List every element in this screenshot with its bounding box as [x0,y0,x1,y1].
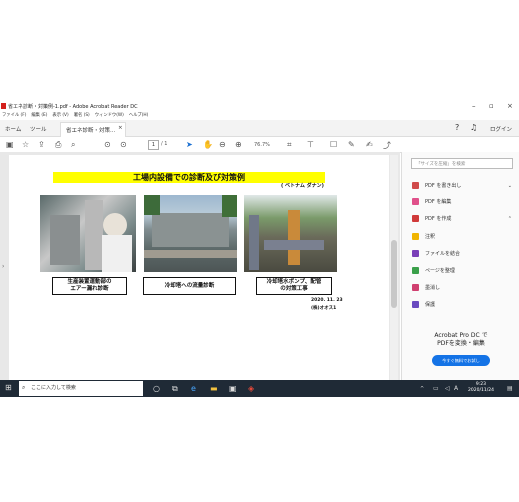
tab-home[interactable]: ホーム [5,125,21,133]
cooling-tower-photo [144,195,237,272]
battery-icon[interactable]: ▭ [433,385,439,392]
pump-piping-photo [244,195,337,272]
zoom-in-icon[interactable]: ⊕ [235,140,242,149]
menu-window[interactable]: ウィンドウ(W) [95,112,124,118]
tool-comment[interactable]: 注釈 [412,232,512,241]
window-title: 省エネ診断・対策例-1.pdf - Adobe Acrobat Reader D… [8,104,138,110]
windows-start-icon[interactable]: ⊞ [5,383,12,392]
tool-combine[interactable]: ファイルを結合 [412,249,512,258]
pdf-page: 工場内設備での診断及び対策例 ( ベトナム ダナン) 生産装置運動部の エアー漏… [9,155,389,380]
free-trial-button[interactable]: 今すぐ無料でお試し [432,355,490,366]
doc-location: ( ベトナム ダナン) [281,183,324,189]
pen-icon[interactable]: ✎ [348,140,355,149]
hand-icon[interactable]: ✋ [203,140,213,149]
menu-edit[interactable]: 編集 (E) [31,112,47,118]
file-explorer-icon[interactable]: ▬ [210,384,218,393]
share-icon[interactable]: ⤴ [383,140,391,151]
tool-edit-pdf[interactable]: PDF を編集 [412,197,512,206]
toolbar: ▣ ☆ ⇪ ⎙ ⌕ ⊙ ⊙ 1 / 1 ➤ ✋ ⊖ ⊕ 76.7% ⌗ ⊤ ☐ … [0,137,519,153]
bookmark-icon[interactable]: ☆ [22,140,29,149]
sign-icon[interactable]: ✍ [366,140,373,149]
prev-page-icon[interactable]: ⊙ [104,140,111,149]
page-number-input[interactable]: 1 [148,140,159,150]
taskbar-search-icon: ⌕ [22,384,26,391]
ime-indicator[interactable]: A [454,385,458,392]
tab-document[interactable]: 省エネ診断・対策... × [60,122,126,137]
help-icon[interactable]: ? [455,123,459,132]
protect-icon [412,301,419,308]
tool-organize[interactable]: ページを整理 [412,266,512,275]
left-panel-arrow-icon[interactable]: › [2,263,4,270]
zoom-out-icon[interactable]: ⊖ [219,140,226,149]
scroll-mode-icon[interactable]: ⊤ [307,140,314,149]
close-icon[interactable]: × [507,102,513,110]
menu-file[interactable]: ファイル (F) [2,112,26,118]
edit-pdf-icon [412,198,419,205]
tab-close-icon[interactable]: × [118,125,123,131]
scrollbar-thumb[interactable] [391,240,397,308]
tab-document-label: 省エネ診断・対策... [66,128,116,134]
title-bar: 省エネ診断・対策例-1.pdf - Adobe Acrobat Reader D… [0,101,519,111]
notification-icon[interactable]: ♫ [470,123,477,132]
select-cursor-icon[interactable]: ➤ [186,140,193,149]
tool-protect[interactable]: 保護 [412,300,512,309]
tab-bar: ホーム ツール 省エネ診断・対策... × ? ♫ ログイン [0,120,519,137]
menu-view[interactable]: 表示 (V) [52,112,68,118]
tool-create-pdf[interactable]: PDF を作成 ⌃ [412,214,512,223]
caption-pump-piping: 冷却塔水ポンプ、配管 の対策工事 [256,277,332,295]
clock-date: 2020/11/24 [468,388,494,393]
menu-bar: ファイル (F) 編集 (E) 表示 (V) 署名 (S) ウィンドウ(W) ヘ… [0,111,519,119]
search-icon[interactable]: ⌕ [71,140,75,150]
comment-tool-icon [412,233,419,240]
zoom-level[interactable]: 76.7% [254,142,270,148]
save-icon[interactable]: ▣ [6,140,14,149]
menu-sign[interactable]: 署名 (S) [74,112,90,118]
taskbar-search-input[interactable]: ここに入力して検索 [19,381,143,396]
air-leak-photo [40,195,136,272]
doc-date: 2020. 11. 23 [311,298,343,303]
print-icon[interactable]: ⎙ [55,140,61,150]
tray-up-icon[interactable]: ^ [420,386,424,392]
maximize-icon[interactable]: ▫ [489,102,494,110]
notification-center-icon[interactable]: ▤ [507,385,513,392]
windows-taskbar: ⊞ ここに入力して検索 ⌕ ○ ⧉ e ▬ ▣ ◈ ^ ▭ ◁ A 9:23 2… [0,380,519,397]
tool-redact[interactable]: 墨消し [412,283,512,292]
chevron-up-icon: ⌃ [507,215,512,222]
tab-tools[interactable]: ツール [30,125,47,133]
caption-air-leak: 生産装置運動部の エアー漏れ診断 [52,277,127,295]
taskbar-clock[interactable]: 9:23 2020/11/24 [468,382,494,394]
organize-pages-icon [412,267,419,274]
page-total: / 1 [161,141,168,147]
combine-files-icon [412,250,419,257]
tool-export-pdf[interactable]: PDF を書き出し ⌄ [412,181,512,190]
volume-icon[interactable]: ◁ [445,385,450,392]
menu-help[interactable]: ヘルプ(H) [129,112,148,118]
acrobat-taskbar-icon[interactable]: ◈ [248,384,254,393]
next-page-icon[interactable]: ⊙ [120,140,127,149]
login-button[interactable]: ログイン [490,125,512,133]
comment-icon[interactable]: ☐ [330,140,337,149]
upload-icon[interactable]: ⇪ [38,140,45,149]
create-pdf-icon [412,215,419,222]
minimize-icon[interactable]: – [472,102,476,110]
tools-search-input[interactable]: 「サイズを圧縮」を検索 [411,158,513,169]
fit-page-icon[interactable]: ⌗ [287,140,292,150]
edge-icon[interactable]: e [191,384,196,393]
export-pdf-icon [412,182,419,189]
cortana-icon[interactable]: ○ [153,384,160,393]
tools-pane: 「サイズを圧縮」を検索 PDF を書き出し ⌄ PDF を編集 PDF を作成 ⌃ … [401,152,519,380]
store-icon[interactable]: ▣ [229,384,237,393]
promo-line-2: PDFを変換・編集 [437,340,485,347]
doc-company: (株)オオス1 [311,306,337,311]
task-view-icon[interactable]: ⧉ [172,384,178,394]
redact-icon [412,284,419,291]
acrobat-icon [1,103,6,109]
chevron-down-icon: ⌄ [507,182,512,189]
caption-cooling-tower: 冷却塔への流量診断 [143,277,236,295]
